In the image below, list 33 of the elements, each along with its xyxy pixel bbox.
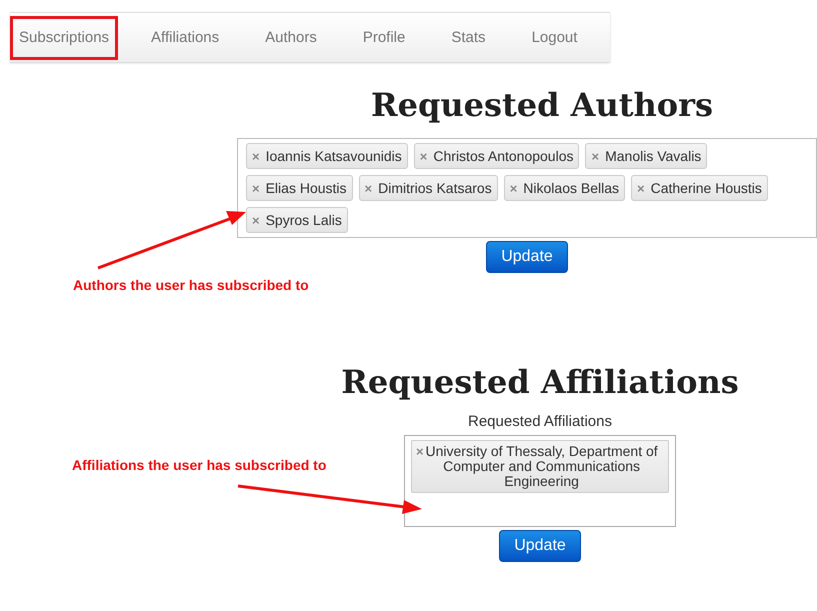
nav-tab[interactable]: Profile bbox=[340, 16, 428, 60]
update-button[interactable]: Update bbox=[499, 530, 581, 562]
remove-icon[interactable]: × bbox=[637, 180, 645, 196]
remove-icon[interactable]: × bbox=[510, 180, 518, 196]
tag-label: Spyros Lalis bbox=[266, 212, 342, 228]
update-button[interactable]: Update bbox=[486, 241, 568, 273]
nav-tab[interactable]: Subscriptions bbox=[10, 16, 118, 60]
tag-label: Ioannis Katsavounidis bbox=[266, 148, 402, 164]
remove-icon[interactable]: × bbox=[416, 444, 424, 459]
tag-input-field[interactable]: ×University of Thessaly, Department of Computer and Communications Engineering bbox=[404, 435, 676, 527]
tag-label: Elias Houstis bbox=[266, 180, 347, 196]
tag-label: Catherine Houstis bbox=[650, 180, 762, 196]
annotation-text: Authors the user has subscribed to bbox=[73, 277, 309, 293]
remove-icon[interactable]: × bbox=[252, 212, 260, 228]
remove-icon[interactable]: × bbox=[420, 148, 428, 164]
nav-tab[interactable]: Authors bbox=[242, 16, 340, 60]
remove-icon[interactable]: × bbox=[364, 180, 372, 196]
nav-tab[interactable]: Stats bbox=[428, 16, 509, 60]
tag-label: Dimitrios Katsaros bbox=[378, 180, 492, 196]
nav-tab[interactable]: Affiliations bbox=[128, 16, 242, 60]
field-label: Requested Affiliations bbox=[468, 413, 612, 430]
nav-tab[interactable]: Logout bbox=[508, 16, 600, 60]
tag-label: Nikolaos Bellas bbox=[523, 180, 620, 196]
remove-icon[interactable]: × bbox=[252, 148, 260, 164]
tag-label: University of Thessaly, Department of Computer and Communications Engineering bbox=[424, 444, 659, 489]
tag-label: Manolis Vavalis bbox=[605, 148, 702, 164]
tag-label: Christos Antonopoulos bbox=[433, 148, 574, 164]
annotation-text: Affiliations the user has subscribed to bbox=[72, 457, 326, 473]
section-title: Requested Affiliations bbox=[341, 363, 739, 401]
section-title: Requested Authors bbox=[371, 86, 713, 124]
remove-icon[interactable]: × bbox=[252, 180, 260, 196]
tag-input-field[interactable]: × Ioannis Katsavounidis × Christos Antonopoulos × Manolis Vavalis × Elias Houstis × Dimitrios Katsaros × Nikolaos Bellas × Catherine Houstis × Spyros Lalis bbox=[237, 138, 817, 238]
remove-icon[interactable]: × bbox=[591, 148, 600, 164]
